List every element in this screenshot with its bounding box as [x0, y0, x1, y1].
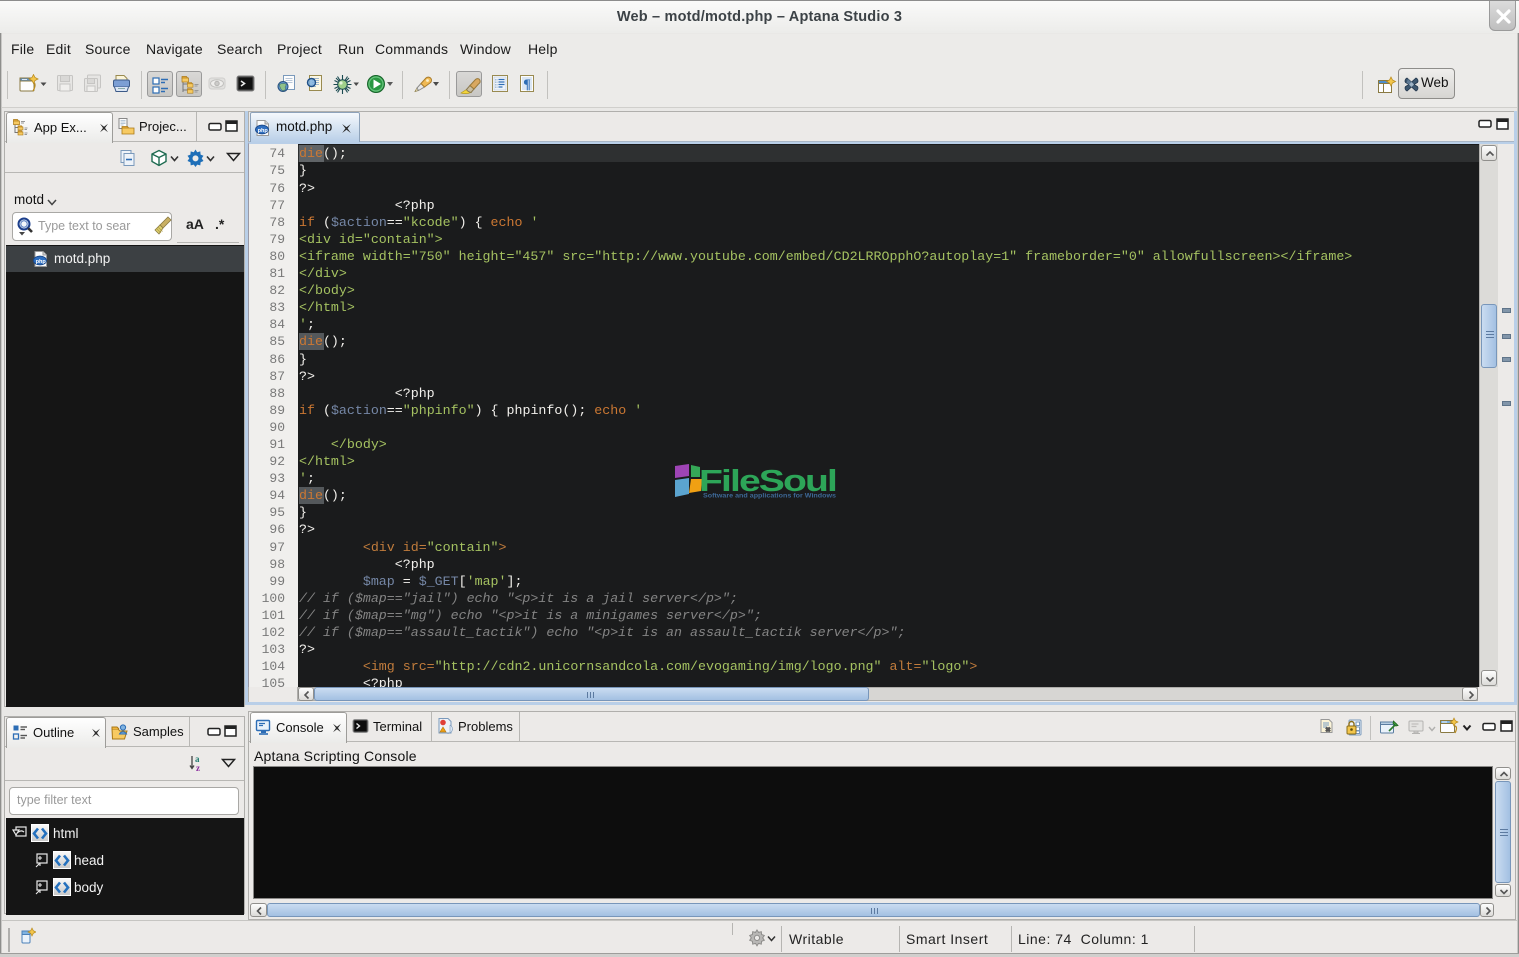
svg-text:z: z — [196, 763, 200, 773]
svg-text:php: php — [36, 259, 47, 265]
svg-text:¶: ¶ — [523, 78, 531, 93]
svg-text:Software and applications for: Software and applications for Windows — [703, 493, 836, 500]
svg-text:php: php — [258, 128, 269, 134]
